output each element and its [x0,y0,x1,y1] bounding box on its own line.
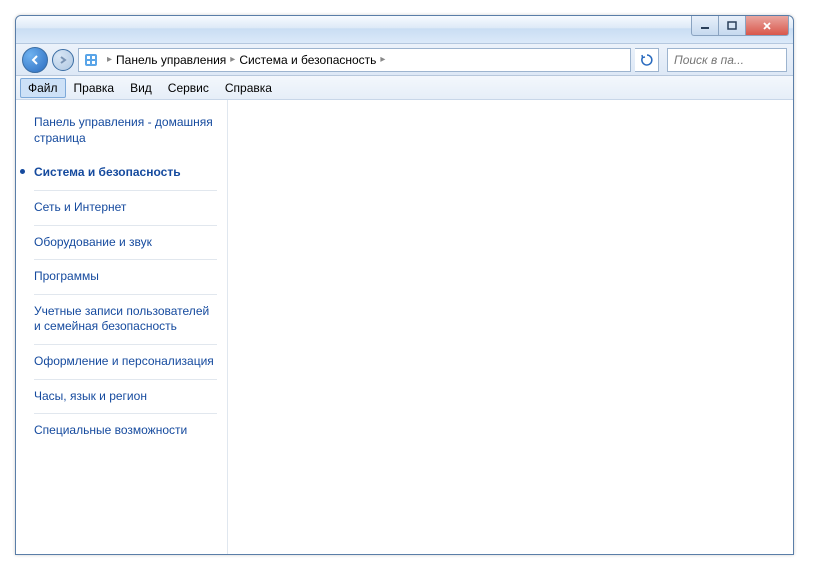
back-button[interactable] [22,47,48,73]
menu-file[interactable]: Файл [20,78,66,98]
control-panel-icon [83,52,99,68]
chevron-right-icon: ▸ [230,54,235,65]
breadcrumb-item-control-panel[interactable]: Панель управления [116,53,226,67]
minimize-button[interactable] [691,16,719,36]
chevron-right-icon: ▸ [380,54,385,65]
menu-view[interactable]: Вид [122,78,160,98]
search-input[interactable] [667,48,787,72]
sidebar-item[interactable]: Оформление и персонализация [34,349,217,375]
control-panel-window: ▸ Панель управления ▸ Система и безопасн… [15,15,794,555]
sidebar-item[interactable]: Часы, язык и регион [34,384,217,410]
maximize-button[interactable] [718,16,746,36]
menu-help[interactable]: Справка [217,78,280,98]
sidebar-item[interactable]: Программы [34,264,217,290]
sidebar: Панель управления - домашняя страница Си… [16,100,228,554]
main-content [228,100,793,554]
sidebar-home-link[interactable]: Панель управления - домашняя страница [34,114,217,146]
sidebar-item[interactable]: Оборудование и звук [34,230,217,256]
sidebar-item[interactable]: Сеть и Интернет [34,195,217,221]
breadcrumb[interactable]: ▸ Панель управления ▸ Система и безопасн… [78,48,631,72]
breadcrumb-item-system-security[interactable]: Система и безопасность [239,53,376,67]
sidebar-item[interactable]: Система и безопасность [34,160,217,186]
forward-button[interactable] [52,49,74,71]
menu-edit[interactable]: Правка [66,78,123,98]
sidebar-item[interactable]: Специальные возможности [34,418,217,444]
sidebar-item[interactable]: Учетные записи пользователей и семейная … [34,299,217,340]
menu-bar: Файл Правка Вид Сервис Справка [16,76,793,100]
menu-service[interactable]: Сервис [160,78,217,98]
refresh-button[interactable] [635,48,659,72]
address-bar: ▸ Панель управления ▸ Система и безопасн… [16,44,793,76]
titlebar [16,16,793,44]
chevron-right-icon: ▸ [107,54,112,65]
close-button[interactable] [745,16,789,36]
